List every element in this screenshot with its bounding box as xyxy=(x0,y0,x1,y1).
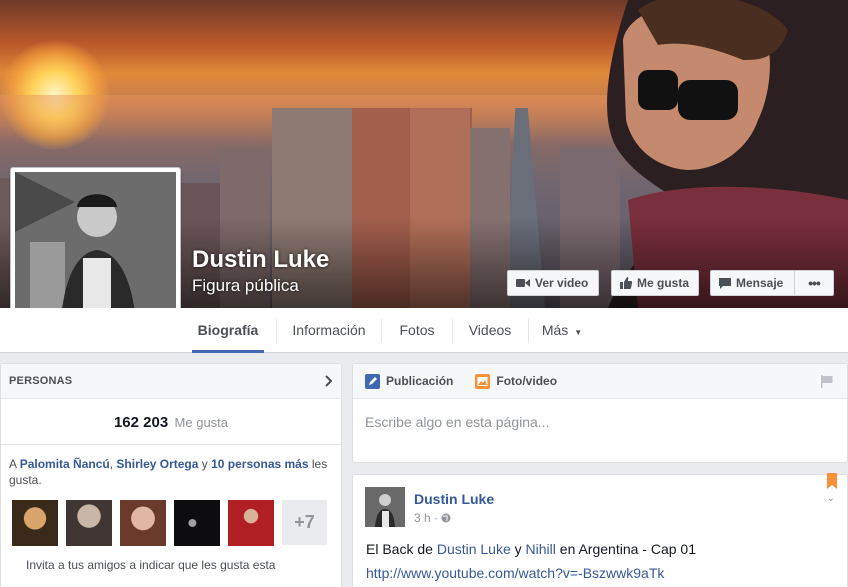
friend-avatar[interactable] xyxy=(174,500,220,546)
post-author-name[interactable]: Dustin Luke xyxy=(414,491,494,507)
more-friends-button[interactable]: +7 xyxy=(282,500,327,545)
page-tab-bar: Biografía Información Fotos Videos Más ▼ xyxy=(0,308,848,353)
friend-avatar[interactable] xyxy=(66,500,112,546)
friends-who-like: A Palomita Ñancú, Shirley Ortega y 10 pe… xyxy=(1,445,341,488)
people-card-header[interactable]: PERSONAS xyxy=(1,364,341,399)
meta-dot: · xyxy=(434,511,439,525)
more-icon: ••• xyxy=(808,275,821,291)
cover-action-buttons: Ver video Me gusta Mensaje ••• xyxy=(507,270,834,296)
composer-tabs: Publicación Foto/video xyxy=(353,364,847,399)
tab-divider xyxy=(528,319,529,343)
friend-avatar[interactable] xyxy=(228,500,274,546)
more-options-button[interactable]: ••• xyxy=(794,270,834,296)
tab-divider xyxy=(452,319,453,343)
timeline-post: ⌄ Dustin Luke 3 h · El Back de Dustin Lu… xyxy=(352,473,848,587)
post-mention-1[interactable]: Dustin Luke xyxy=(437,541,511,557)
post-timestamp[interactable]: 3 h xyxy=(414,511,431,525)
people-card-title: PERSONAS xyxy=(9,375,73,387)
post-text-prefix: El Back de xyxy=(366,541,433,557)
post-text: El Back de Dustin Luke y Nihill en Argen… xyxy=(366,541,696,557)
post-text-and: y xyxy=(514,541,522,557)
people-card: PERSONAS 162 203 Me gusta A Palomita Ñan… xyxy=(0,363,342,587)
friend-link-1[interactable]: Palomita Ñancú xyxy=(20,457,110,471)
like-page-button[interactable]: Me gusta xyxy=(611,270,699,296)
composer-post-label: Publicación xyxy=(386,374,454,388)
post-mention-2[interactable]: Nihill xyxy=(526,541,556,557)
message-icon xyxy=(719,277,731,289)
others-link[interactable]: 10 personas más xyxy=(211,457,308,471)
friends-separator: , xyxy=(109,457,114,471)
bookmark-icon xyxy=(827,473,837,489)
friends-and: y xyxy=(201,457,208,471)
invite-friends-link[interactable]: Invita a tus amigos a indicar que les gu… xyxy=(1,546,341,572)
video-camera-icon xyxy=(516,279,530,287)
likes-summary: 162 203 Me gusta xyxy=(1,399,341,445)
likes-label: Me gusta xyxy=(174,415,229,430)
friend-thumbnails: +7 xyxy=(1,488,341,546)
caret-down-icon: ▼ xyxy=(574,328,583,337)
composer-photo-label: Foto/video xyxy=(496,374,558,388)
friend-avatar[interactable] xyxy=(120,500,166,546)
page-name[interactable]: Dustin Luke xyxy=(192,246,329,274)
like-label: Me gusta xyxy=(637,276,690,290)
friend-avatar[interactable] xyxy=(12,500,58,546)
tab-fotos[interactable]: Fotos xyxy=(392,308,442,353)
pencil-icon xyxy=(365,373,380,389)
tab-videos[interactable]: Videos xyxy=(462,308,518,353)
tab-mas-label: Más xyxy=(541,322,569,338)
tab-mas[interactable]: Más ▼ xyxy=(538,308,586,353)
message-button[interactable]: Mensaje xyxy=(710,270,794,296)
message-label: Mensaje xyxy=(736,276,784,290)
watch-video-label: Ver video xyxy=(535,276,589,290)
friend-link-2[interactable]: Shirley Ortega xyxy=(116,457,198,471)
post-meta: 3 h · xyxy=(414,511,451,525)
post-author-avatar[interactable] xyxy=(365,487,405,527)
tab-divider xyxy=(276,319,277,343)
post-link[interactable]: http://www.youtube.com/watch?v=-Bszwwk9a… xyxy=(366,565,664,581)
tab-informacion[interactable]: Información xyxy=(288,308,370,353)
chevron-down-icon[interactable]: ⌄ xyxy=(827,493,835,504)
composer-tab-post[interactable]: Publicación xyxy=(365,373,454,389)
flag-icon[interactable] xyxy=(820,375,833,388)
watch-video-button[interactable]: Ver video xyxy=(507,270,599,296)
post-text-suffix: en Argentina - Cap 01 xyxy=(559,541,696,557)
tab-divider xyxy=(381,319,382,343)
tab-biografia[interactable]: Biografía xyxy=(192,308,264,353)
friends-prefix: A xyxy=(9,457,17,471)
page-category: Figura pública xyxy=(192,276,299,295)
composer-tab-photo[interactable]: Foto/video xyxy=(475,373,558,389)
thumbs-up-icon xyxy=(620,277,632,289)
globe-icon[interactable] xyxy=(441,513,451,523)
photo-icon xyxy=(475,373,491,389)
post-composer: Publicación Foto/video Escribe algo en e… xyxy=(352,363,848,463)
composer-input[interactable]: Escribe algo en esta página... xyxy=(353,399,847,445)
likes-count: 162 203 xyxy=(113,414,169,431)
chevron-right-icon[interactable] xyxy=(325,375,333,387)
